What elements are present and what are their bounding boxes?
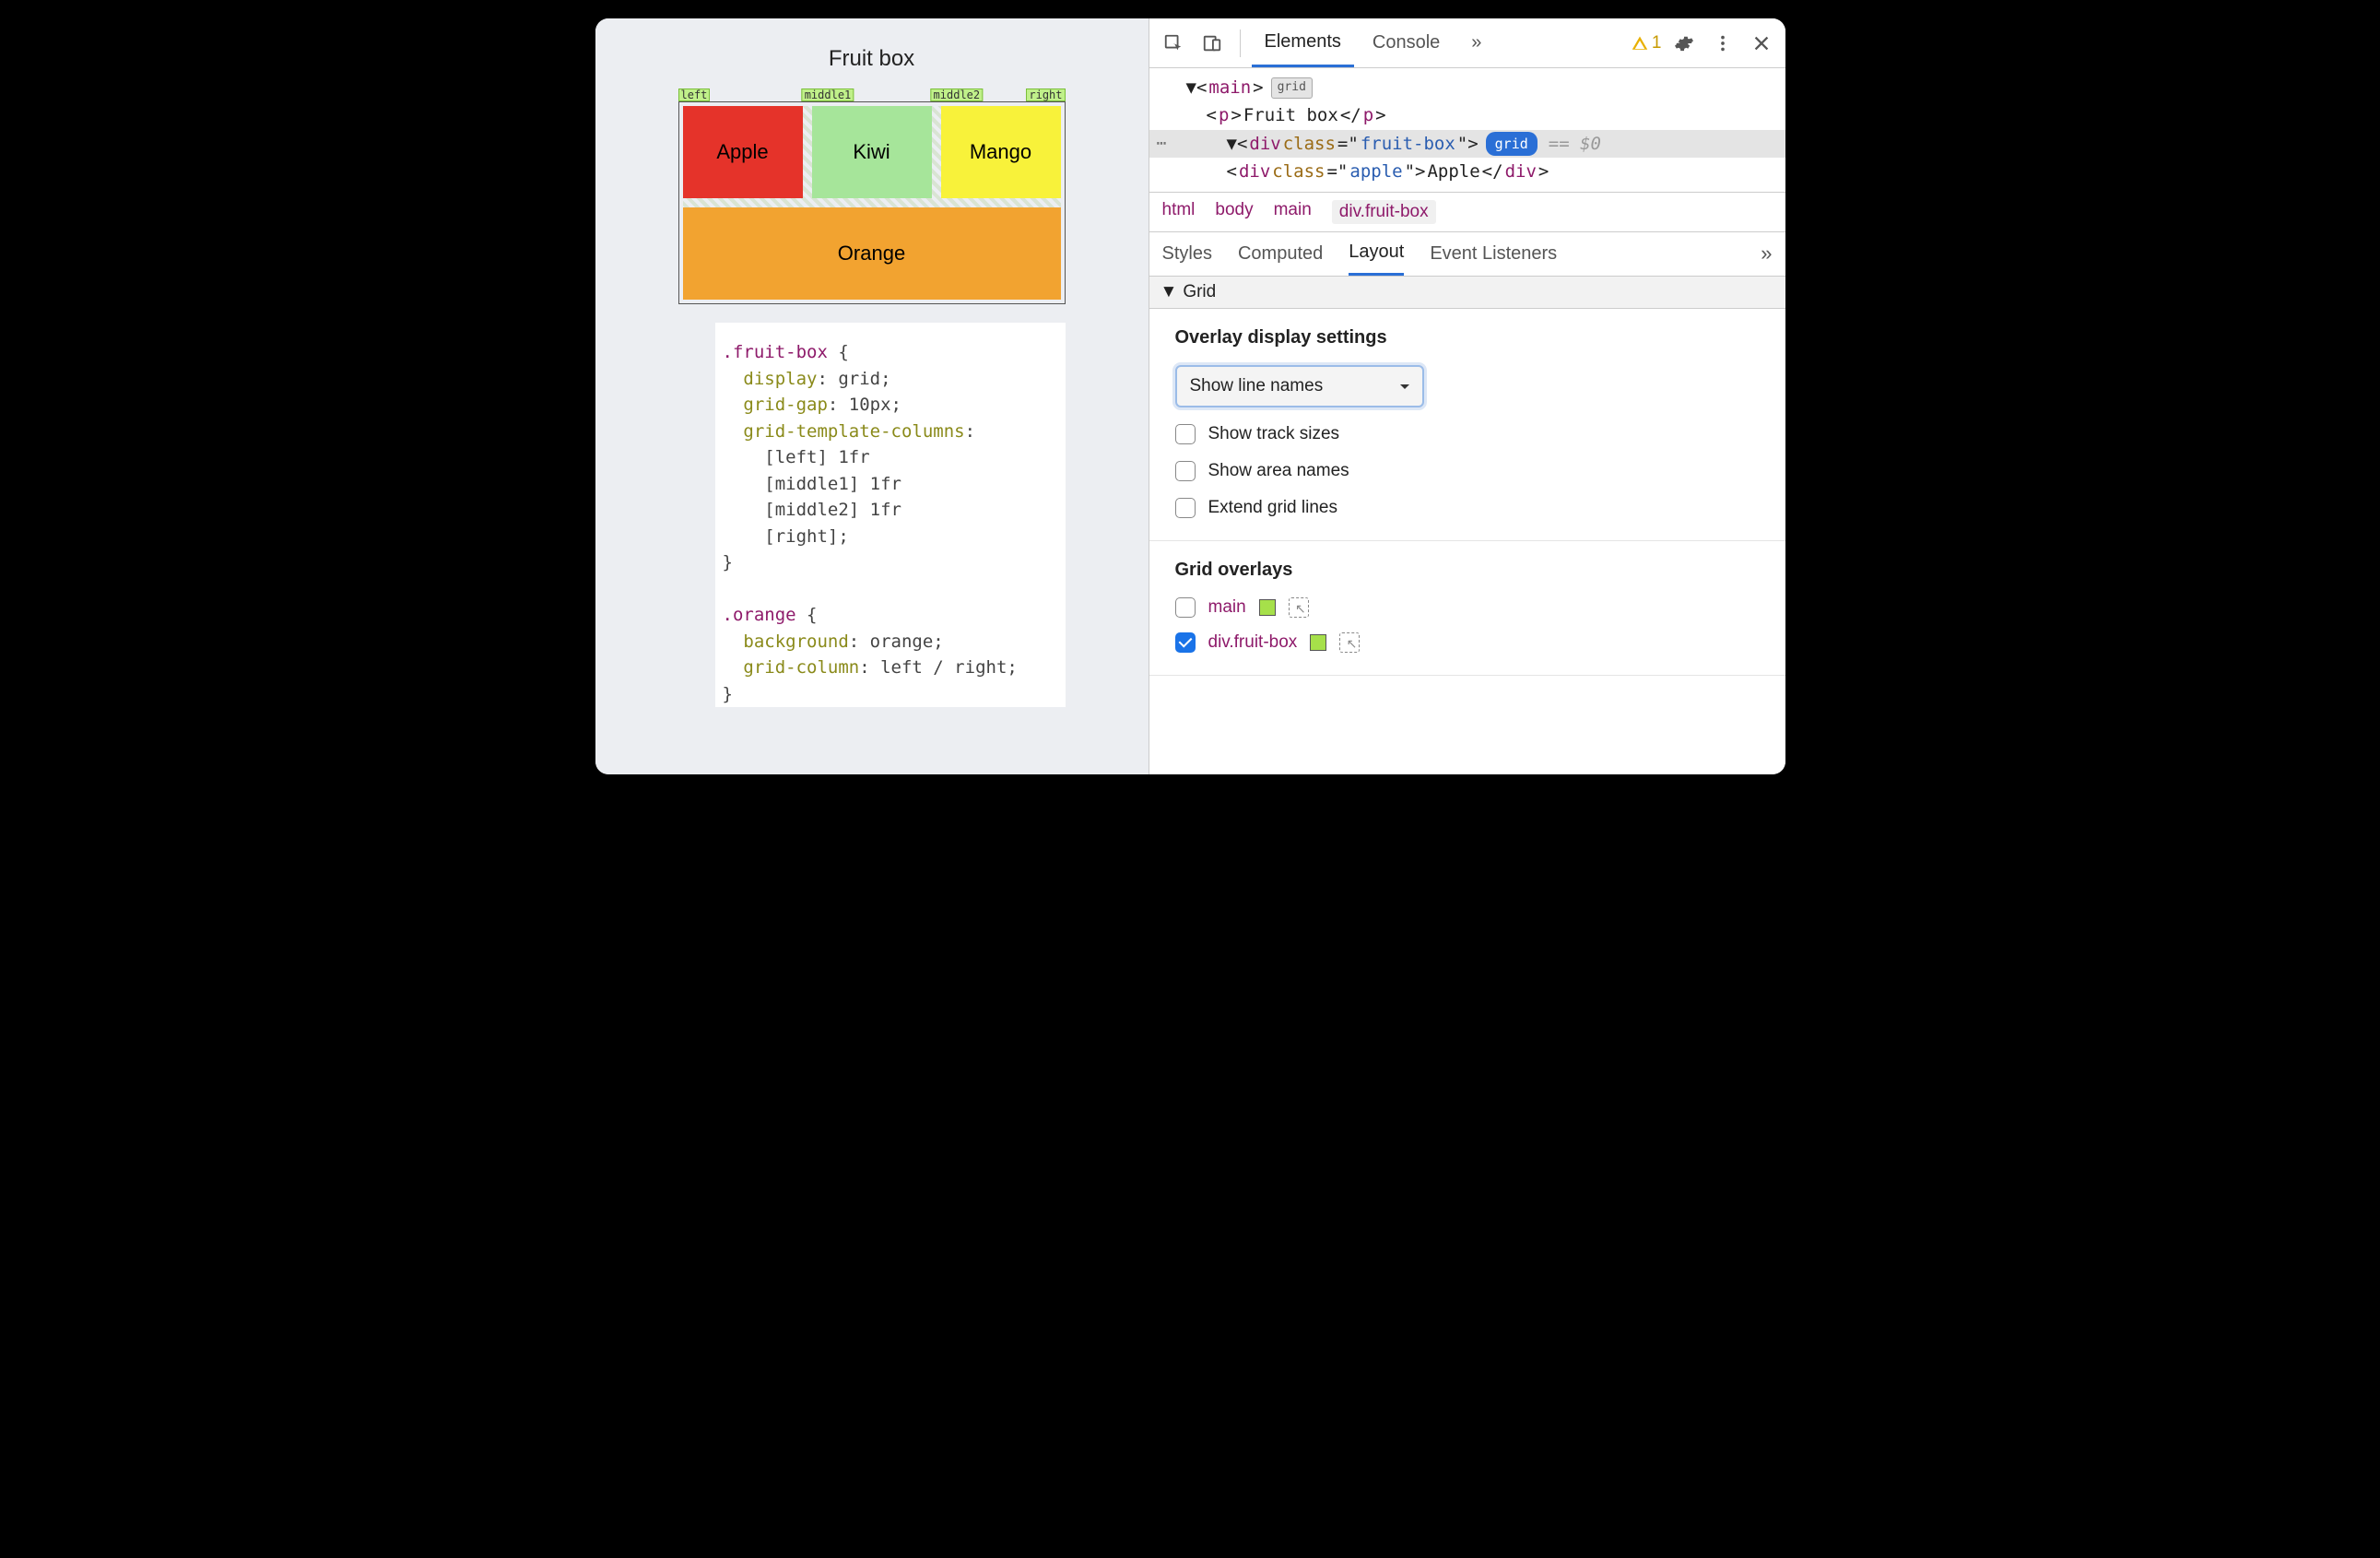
warning-count: 1 (1652, 33, 1662, 53)
device-toggle-icon[interactable] (1196, 27, 1229, 60)
warning-badge[interactable]: 1 (1632, 33, 1662, 53)
chk-show-area-names[interactable] (1175, 461, 1196, 481)
lbl-show-track-sizes: Show track sizes (1208, 424, 1340, 444)
reveal-in-elements-icon[interactable] (1289, 597, 1309, 618)
ptab-event[interactable]: Event Listeners (1430, 232, 1557, 276)
crumb-body[interactable]: body (1215, 200, 1253, 224)
grid-badge-main[interactable]: grid (1271, 77, 1313, 99)
page-title: Fruit box (595, 46, 1149, 72)
grid-overlay-outline[interactable]: Apple Kiwi Mango Orange (678, 101, 1066, 304)
dom-node-main[interactable]: main (1208, 74, 1251, 101)
cell-mango[interactable]: Mango (941, 106, 1061, 198)
lbl-extend-grid-lines: Extend grid lines (1208, 498, 1337, 518)
devtools-toolbar: Elements Console » 1 (1149, 18, 1785, 68)
grid-line-label-right: right (1026, 89, 1065, 101)
chk-overlay-fruit-box[interactable] (1175, 632, 1196, 653)
app-window: Fruit box left middle1 middle2 right App… (595, 18, 1785, 774)
ptab-styles[interactable]: Styles (1162, 232, 1212, 276)
devtools-panel: Elements Console » 1 ▼<main>grid <p>Frui… (1149, 18, 1785, 774)
chk-extend-grid-lines[interactable] (1175, 498, 1196, 518)
dom-tree[interactable]: ▼<main>grid <p>Fruit box</p> ▼<div class… (1149, 68, 1785, 193)
overlay-settings-heading: Overlay display settings (1175, 327, 1760, 348)
page-viewport: Fruit box left middle1 middle2 right App… (595, 18, 1149, 774)
toolbar-separator (1240, 30, 1241, 57)
grid-line-label-middle2: middle2 (931, 89, 984, 101)
cell-kiwi[interactable]: Kiwi (812, 106, 932, 198)
dom-node-p-text[interactable]: Fruit box (1243, 101, 1338, 129)
chk-show-track-sizes[interactable] (1175, 424, 1196, 444)
fruit-box-grid: Apple Kiwi Mango Orange (683, 106, 1061, 300)
section-header-grid[interactable]: ▼ Grid (1149, 277, 1785, 309)
gear-icon[interactable] (1667, 27, 1701, 60)
dom-trail: == $0 (1549, 130, 1601, 158)
ptab-layout[interactable]: Layout (1349, 232, 1404, 276)
tab-elements[interactable]: Elements (1252, 18, 1354, 67)
overlay-main-label[interactable]: main (1208, 597, 1246, 618)
section-title: Grid (1183, 282, 1216, 302)
overlay-fruit-swatch[interactable] (1310, 634, 1326, 651)
line-labels-select-value: Show line names (1190, 376, 1324, 395)
overlay-fruit-label[interactable]: div.fruit-box (1208, 632, 1298, 653)
dom-breadcrumbs: html body main div.fruit-box (1149, 193, 1785, 232)
grid-badge-selected[interactable]: grid (1486, 132, 1538, 156)
grid-line-label-left: left (678, 89, 711, 101)
close-icon[interactable] (1745, 27, 1778, 60)
tab-more[interactable]: » (1458, 18, 1494, 67)
cell-apple[interactable]: Apple (683, 106, 803, 198)
ptab-computed[interactable]: Computed (1238, 232, 1323, 276)
crumb-main[interactable]: main (1274, 200, 1312, 224)
kebab-icon[interactable] (1706, 27, 1739, 60)
grid-overlays-group: Grid overlays main div.fruit-box (1149, 541, 1785, 676)
chk-overlay-main[interactable] (1175, 597, 1196, 618)
dom-node-child-text[interactable]: Apple (1427, 158, 1479, 185)
panel-tabs: Styles Computed Layout Event Listeners » (1149, 232, 1785, 277)
grid-line-label-middle1: middle1 (802, 89, 854, 101)
fruit-box-wrapper: left middle1 middle2 right Apple Kiwi Ma… (678, 89, 1066, 304)
dom-node-selected[interactable]: ▼<div class="fruit-box"> grid == $0 (1149, 130, 1785, 158)
lbl-show-area-names: Show area names (1208, 461, 1349, 481)
reveal-in-elements-icon[interactable] (1339, 632, 1360, 653)
crumb-fruit-box[interactable]: div.fruit-box (1332, 200, 1436, 224)
inspect-icon[interactable] (1157, 27, 1190, 60)
layout-panel-body: Overlay display settings Show line names… (1149, 309, 1785, 774)
sample-css-code: .fruit-box { display: grid; grid-gap: 10… (715, 323, 1066, 707)
ptab-more[interactable]: » (1761, 242, 1772, 266)
overlay-settings-group: Overlay display settings Show line names… (1149, 309, 1785, 541)
cell-orange[interactable]: Orange (683, 207, 1061, 300)
grid-line-labels: left middle1 middle2 right (678, 89, 1066, 101)
disclosure-triangle-icon: ▼ (1161, 282, 1178, 302)
crumb-html[interactable]: html (1162, 200, 1196, 224)
tab-console[interactable]: Console (1360, 18, 1453, 67)
line-labels-select[interactable]: Show line names (1175, 365, 1424, 407)
overlay-main-swatch[interactable] (1259, 599, 1276, 616)
grid-overlays-heading: Grid overlays (1175, 560, 1760, 581)
